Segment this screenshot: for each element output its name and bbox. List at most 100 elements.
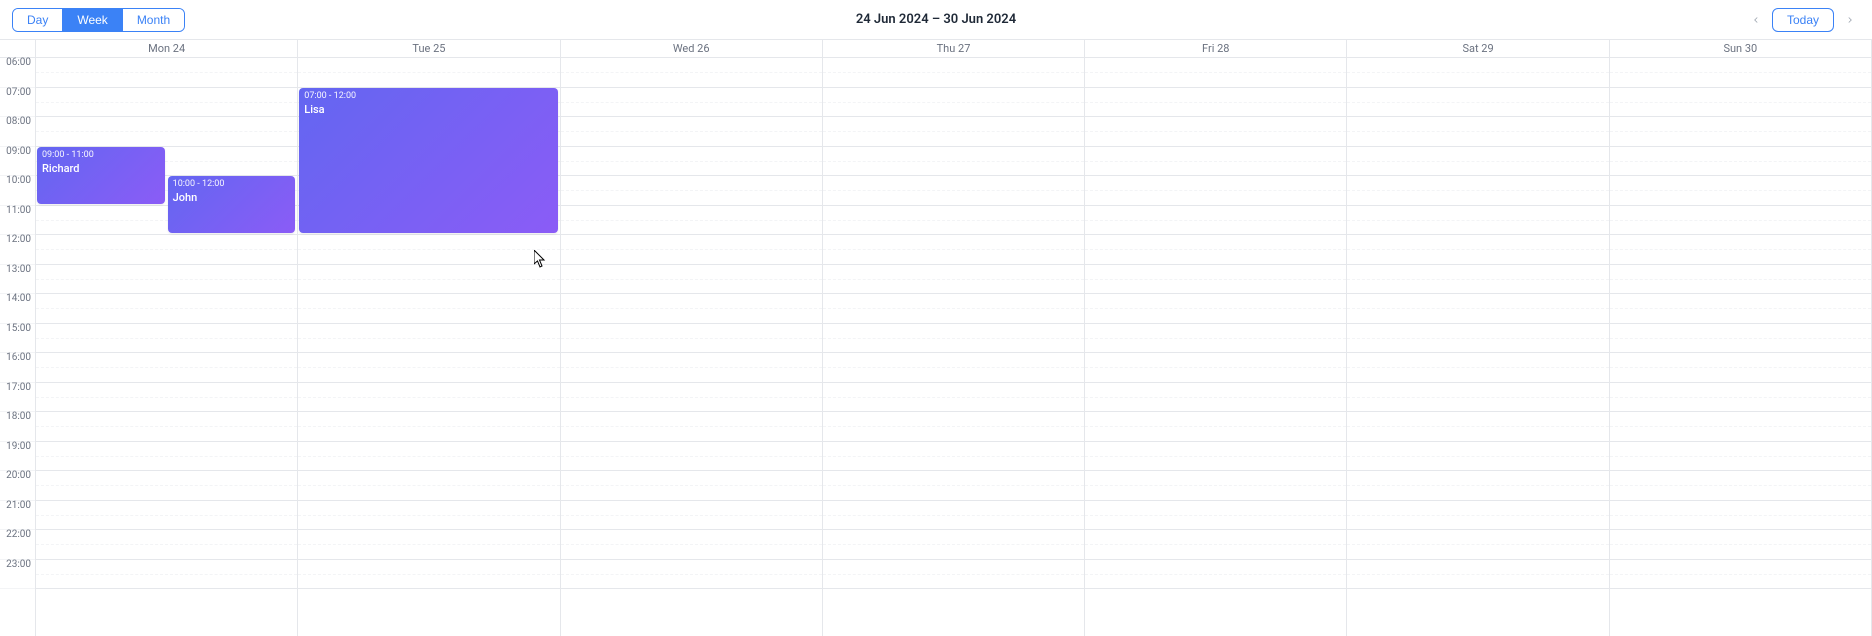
time-slot-cell[interactable] — [561, 412, 822, 442]
calendar-event[interactable]: 09:00 - 11:00Richard — [37, 147, 165, 204]
time-slot-cell[interactable] — [561, 324, 822, 354]
time-slot-cell[interactable] — [561, 235, 822, 265]
time-slot-cell[interactable] — [36, 442, 297, 472]
time-slot-cell[interactable] — [561, 206, 822, 236]
calendar-event[interactable]: 10:00 - 12:00John — [168, 176, 296, 233]
time-slot-cell[interactable] — [823, 58, 1084, 88]
time-slot-cell[interactable] — [1085, 530, 1346, 560]
time-slot-cell[interactable] — [298, 530, 559, 560]
time-slot-cell[interactable] — [1347, 206, 1608, 236]
time-slot-cell[interactable] — [823, 530, 1084, 560]
time-slot-cell[interactable] — [561, 117, 822, 147]
time-slot-cell[interactable] — [1347, 58, 1608, 88]
time-slot-cell[interactable] — [823, 471, 1084, 501]
time-slot-cell[interactable] — [1347, 324, 1608, 354]
time-slot-cell[interactable] — [1610, 501, 1871, 531]
time-slot-cell[interactable] — [1347, 560, 1608, 590]
time-slot-cell[interactable] — [1347, 442, 1608, 472]
time-slot-cell[interactable] — [1085, 324, 1346, 354]
time-slot-cell[interactable] — [298, 383, 559, 413]
time-slot-cell[interactable] — [561, 471, 822, 501]
time-slot-cell[interactable] — [1347, 294, 1608, 324]
time-slot-cell[interactable] — [1085, 501, 1346, 531]
time-slot-cell[interactable] — [36, 560, 297, 590]
time-slot-cell[interactable] — [823, 206, 1084, 236]
time-slot-cell[interactable] — [298, 58, 559, 88]
time-slot-cell[interactable] — [561, 88, 822, 118]
time-slot-cell[interactable] — [823, 265, 1084, 295]
view-week-button[interactable]: Week — [62, 9, 121, 31]
time-slot-cell[interactable] — [561, 294, 822, 324]
time-slot-cell[interactable] — [1347, 530, 1608, 560]
view-month-button[interactable]: Month — [122, 9, 184, 31]
time-slot-cell[interactable] — [36, 383, 297, 413]
time-slot-cell[interactable] — [1610, 88, 1871, 118]
time-slot-cell[interactable] — [1085, 176, 1346, 206]
time-slot-cell[interactable] — [1085, 235, 1346, 265]
time-slot-cell[interactable] — [1347, 235, 1608, 265]
time-slot-cell[interactable] — [561, 560, 822, 590]
time-slot-cell[interactable] — [823, 88, 1084, 118]
time-slot-cell[interactable] — [298, 471, 559, 501]
time-slot-cell[interactable] — [1347, 471, 1608, 501]
time-slot-cell[interactable] — [1610, 383, 1871, 413]
time-slot-cell[interactable] — [1610, 176, 1871, 206]
time-slot-cell[interactable] — [1610, 206, 1871, 236]
time-slot-cell[interactable] — [823, 294, 1084, 324]
time-slot-cell[interactable] — [1347, 117, 1608, 147]
time-slot-cell[interactable] — [1085, 442, 1346, 472]
time-slot-cell[interactable] — [1085, 265, 1346, 295]
day-column-sat[interactable] — [1347, 58, 1609, 636]
time-slot-cell[interactable] — [1085, 353, 1346, 383]
time-slot-cell[interactable] — [1085, 294, 1346, 324]
time-slot-cell[interactable] — [561, 501, 822, 531]
time-slot-cell[interactable] — [823, 176, 1084, 206]
time-slot-cell[interactable] — [36, 265, 297, 295]
day-header-sat[interactable]: Sat 29 — [1347, 40, 1609, 57]
time-slot-cell[interactable] — [1610, 265, 1871, 295]
day-header-wed[interactable]: Wed 26 — [561, 40, 823, 57]
time-slot-cell[interactable] — [1085, 88, 1346, 118]
day-header-tue[interactable]: Tue 25 — [298, 40, 560, 57]
time-slot-cell[interactable] — [1347, 353, 1608, 383]
day-header-thu[interactable]: Thu 27 — [823, 40, 1085, 57]
time-slot-cell[interactable] — [1610, 353, 1871, 383]
next-week-button[interactable] — [1840, 10, 1860, 30]
time-slot-cell[interactable] — [298, 412, 559, 442]
time-slot-cell[interactable] — [298, 294, 559, 324]
today-button[interactable]: Today — [1772, 8, 1834, 32]
time-slot-cell[interactable] — [1610, 294, 1871, 324]
day-column-wed[interactable] — [561, 58, 823, 636]
time-slot-cell[interactable] — [36, 353, 297, 383]
time-slot-cell[interactable] — [561, 442, 822, 472]
day-column-sun[interactable] — [1610, 58, 1872, 636]
time-slot-cell[interactable] — [823, 501, 1084, 531]
time-slot-cell[interactable] — [1610, 560, 1871, 590]
time-slot-cell[interactable] — [298, 501, 559, 531]
time-slot-cell[interactable] — [1610, 117, 1871, 147]
time-slot-cell[interactable] — [298, 560, 559, 590]
day-column-tue[interactable]: 07:00 - 12:00Lisa — [298, 58, 560, 636]
time-slot-cell[interactable] — [823, 412, 1084, 442]
time-slot-cell[interactable] — [561, 530, 822, 560]
time-slot-cell[interactable] — [823, 147, 1084, 177]
day-column-mon[interactable]: 09:00 - 11:00Richard10:00 - 12:00John — [36, 58, 298, 636]
time-slot-cell[interactable] — [1610, 147, 1871, 177]
time-slot-cell[interactable] — [36, 324, 297, 354]
time-slot-cell[interactable] — [823, 324, 1084, 354]
day-header-fri[interactable]: Fri 28 — [1085, 40, 1347, 57]
time-slot-cell[interactable] — [561, 353, 822, 383]
view-day-button[interactable]: Day — [13, 9, 62, 31]
time-slot-cell[interactable] — [1085, 117, 1346, 147]
time-slot-cell[interactable] — [1347, 147, 1608, 177]
time-slot-cell[interactable] — [298, 265, 559, 295]
time-slot-cell[interactable] — [1347, 265, 1608, 295]
time-slot-cell[interactable] — [36, 471, 297, 501]
time-slot-cell[interactable] — [823, 235, 1084, 265]
time-slot-cell[interactable] — [1085, 206, 1346, 236]
time-slot-cell[interactable] — [561, 147, 822, 177]
time-slot-cell[interactable] — [1610, 235, 1871, 265]
time-slot-cell[interactable] — [36, 88, 297, 118]
time-slot-cell[interactable] — [1347, 412, 1608, 442]
calendar-event[interactable]: 07:00 - 12:00Lisa — [299, 88, 557, 234]
